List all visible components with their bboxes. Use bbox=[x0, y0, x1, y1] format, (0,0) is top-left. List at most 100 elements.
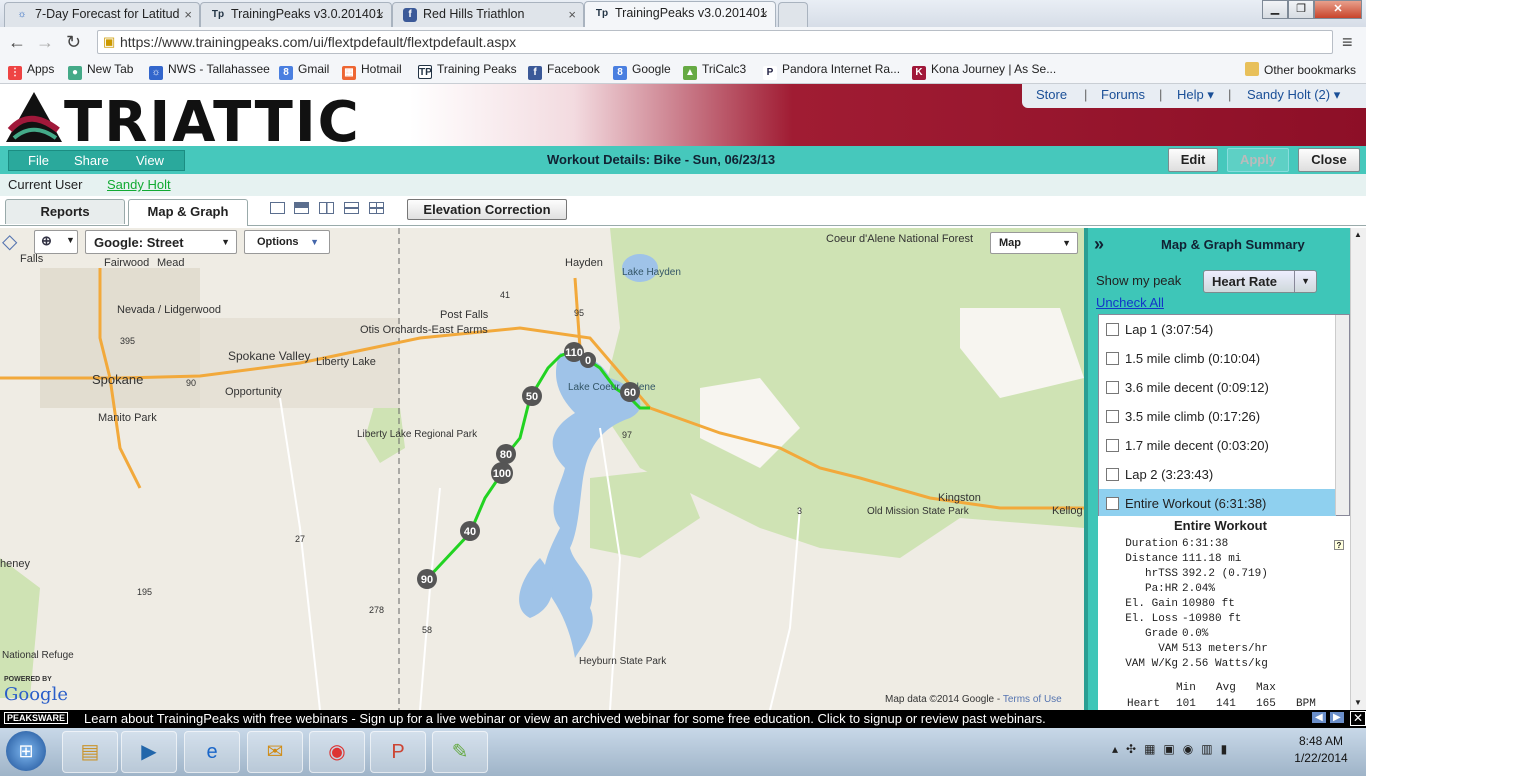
paint-icon[interactable]: ✎ bbox=[432, 731, 488, 773]
outlook-icon[interactable]: ✉ bbox=[247, 731, 303, 773]
peak-select[interactable]: Heart Rate ▼ bbox=[1203, 270, 1317, 293]
place-label: Spokane Valley bbox=[228, 349, 311, 363]
close-icon[interactable]: × bbox=[376, 7, 384, 22]
bookmark-hotmail[interactable]: ▦ Hotmail bbox=[342, 62, 402, 80]
close-window-icon[interactable]: ✕ bbox=[1314, 0, 1362, 19]
tab-trainingpeaks-2[interactable]: Tp TrainingPeaks v3.0.201401 × bbox=[584, 1, 776, 28]
webinar-banner[interactable]: PEAKSWARE Learn about TrainingPeaks with… bbox=[0, 710, 1366, 728]
map-source-select[interactable]: Google: Street ▼ bbox=[85, 230, 237, 254]
current-user-link[interactable]: Sandy Holt bbox=[107, 177, 171, 192]
reload-icon[interactable]: ↻ bbox=[66, 32, 81, 53]
bookmark-tricalc[interactable]: ▲ TriCalc3 bbox=[683, 62, 746, 80]
tab-forecast[interactable]: ☼ 7-Day Forecast for Latitud × bbox=[4, 2, 200, 27]
system-tray-icons[interactable]: ▴✣▦▣◉▥▮ bbox=[1112, 742, 1235, 756]
mile-marker: 80 bbox=[500, 449, 512, 461]
route-map[interactable]: Falls Fairwood Mead Hayden Lake Hayden C… bbox=[0, 228, 1084, 710]
lap-checkbox[interactable] bbox=[1106, 497, 1119, 510]
close-button[interactable]: Close bbox=[1298, 148, 1360, 172]
clock[interactable]: 8:48 AM 1/22/2014 bbox=[1286, 733, 1356, 767]
terms-link[interactable]: Terms of Use bbox=[1003, 694, 1062, 705]
bookmark-trainingpeaks[interactable]: TP Training Peaks bbox=[418, 62, 517, 79]
banner-close-icon[interactable]: ✕ bbox=[1350, 711, 1366, 726]
explorer-icon[interactable]: ▤ bbox=[62, 731, 118, 773]
edit-button[interactable]: Edit bbox=[1168, 148, 1218, 172]
route-shield: 395 bbox=[120, 336, 135, 346]
lap-item[interactable]: Lap 1 (3:07:54) bbox=[1099, 315, 1336, 344]
menu-file[interactable]: File bbox=[28, 153, 49, 168]
place-label: Liberty Lake bbox=[316, 356, 376, 368]
lap-item[interactable]: 3.5 mile climb (0:17:26) bbox=[1099, 402, 1336, 431]
layout-single-icon[interactable] bbox=[270, 202, 285, 214]
apply-button[interactable]: Apply bbox=[1227, 148, 1289, 172]
view-tabs: Reports Map & Graph bbox=[0, 196, 1366, 226]
link-forums[interactable]: Forums bbox=[1101, 87, 1145, 102]
lap-checkbox[interactable] bbox=[1106, 323, 1119, 336]
bookmark-other[interactable]: Other bookmarks bbox=[1245, 62, 1356, 77]
forward-icon[interactable]: → bbox=[36, 32, 54, 53]
close-icon[interactable]: × bbox=[568, 7, 576, 22]
powerpoint-icon[interactable]: P bbox=[370, 731, 426, 773]
bookmark-google[interactable]: 8 Google bbox=[613, 62, 671, 80]
link-help[interactable]: Help ▾ bbox=[1177, 87, 1214, 103]
lap-item[interactable]: 1.7 mile decent (0:03:20) bbox=[1099, 431, 1336, 460]
url-input[interactable]: ▣ https://www.trainingpeaks.com/ui/flext… bbox=[97, 30, 1333, 54]
media-player-icon[interactable]: ▶ bbox=[121, 731, 177, 773]
lap-checkbox[interactable] bbox=[1106, 439, 1119, 452]
uncheck-all-link[interactable]: Uncheck All bbox=[1096, 295, 1164, 310]
start-button[interactable]: ⊞ bbox=[6, 731, 46, 771]
maximize-icon[interactable]: ❐ bbox=[1288, 0, 1314, 19]
elevation-correction-button[interactable]: Elevation Correction bbox=[407, 199, 567, 220]
link-store[interactable]: Store bbox=[1036, 87, 1067, 102]
lap-item[interactable]: 3.6 mile decent (0:09:12) bbox=[1099, 373, 1336, 402]
lap-item[interactable]: 1.5 mile climb (0:10:04) bbox=[1099, 344, 1336, 373]
panel-title: Map & Graph Summary bbox=[1161, 237, 1305, 252]
close-icon[interactable]: × bbox=[184, 7, 192, 22]
minimize-icon[interactable]: ▁ bbox=[1262, 0, 1288, 19]
bookmark-apps[interactable]: ⋮ Apps bbox=[8, 62, 54, 80]
scroll-down-icon[interactable]: ▼ bbox=[1354, 698, 1362, 707]
bookmark-gmail[interactable]: 8 Gmail bbox=[279, 62, 329, 80]
tab-trainingpeaks-1[interactable]: Tp TrainingPeaks v3.0.201401 × bbox=[200, 2, 392, 27]
banner-prev-icon[interactable]: ◀ bbox=[1312, 712, 1326, 723]
lap-item[interactable]: Lap 2 (3:23:43) bbox=[1099, 460, 1336, 489]
layout-top-icon[interactable] bbox=[294, 202, 309, 214]
options-button[interactable]: Options ▼ bbox=[244, 230, 330, 254]
banner-next-icon[interactable]: ▶ bbox=[1330, 712, 1344, 723]
bookmark-kona[interactable]: K Kona Journey | As Se... bbox=[912, 62, 1056, 80]
lap-list-scrollbar[interactable] bbox=[1335, 315, 1349, 515]
bookmark-pandora[interactable]: P Pandora Internet Ra... bbox=[763, 62, 900, 80]
new-tab-button[interactable] bbox=[778, 2, 808, 27]
scroll-up-icon[interactable]: ▲ bbox=[1354, 230, 1362, 239]
lap-checkbox[interactable] bbox=[1106, 410, 1119, 423]
layout-grid-icon[interactable] bbox=[369, 202, 384, 214]
zoom-control[interactable]: ⊕ ▼ bbox=[34, 230, 78, 254]
lap-item-selected[interactable]: Entire Workout (6:31:38) bbox=[1099, 489, 1336, 518]
tab-map-graph[interactable]: Map & Graph bbox=[128, 199, 248, 226]
collapse-icon[interactable]: » bbox=[1094, 234, 1104, 255]
link-user[interactable]: Sandy Holt (2) ▾ bbox=[1247, 87, 1340, 103]
lap-checkbox[interactable] bbox=[1106, 352, 1119, 365]
back-icon[interactable]: ← bbox=[8, 32, 26, 53]
chrome-icon[interactable]: ◉ bbox=[309, 731, 365, 773]
layout-stack-icon[interactable] bbox=[344, 202, 359, 214]
bookmark-new-tab[interactable]: ● New Tab bbox=[68, 62, 133, 80]
layout-split-icon[interactable] bbox=[319, 202, 334, 214]
map-canvas[interactable]: Falls Fairwood Mead Hayden Lake Hayden C… bbox=[0, 228, 1084, 710]
close-icon[interactable]: × bbox=[760, 6, 768, 21]
page-scrollbar[interactable]: ▲ ▼ bbox=[1350, 228, 1366, 710]
bookmark-facebook[interactable]: f Facebook bbox=[528, 62, 600, 80]
tab-red-hills[interactable]: f Red Hills Triathlon × bbox=[392, 2, 584, 27]
tab-reports[interactable]: Reports bbox=[5, 199, 125, 224]
lap-checkbox[interactable] bbox=[1106, 381, 1119, 394]
banner-text[interactable]: Learn about TrainingPeaks with free webi… bbox=[84, 711, 1046, 726]
menu-share[interactable]: Share bbox=[74, 153, 109, 168]
menu-view[interactable]: View bbox=[136, 153, 164, 168]
map-type-select[interactable]: Map ▼ bbox=[990, 232, 1078, 254]
lap-checkbox[interactable] bbox=[1106, 468, 1119, 481]
internet-explorer-icon[interactable]: e bbox=[184, 731, 240, 773]
menu-icon[interactable]: ≡ bbox=[1342, 32, 1353, 53]
mile-marker: 90 bbox=[421, 574, 433, 586]
bookmark-nws[interactable]: ☼ NWS - Tallahassee bbox=[149, 62, 270, 80]
pan-control-icon[interactable]: ◇ bbox=[2, 232, 24, 254]
help-icon[interactable]: ? bbox=[1334, 540, 1344, 550]
